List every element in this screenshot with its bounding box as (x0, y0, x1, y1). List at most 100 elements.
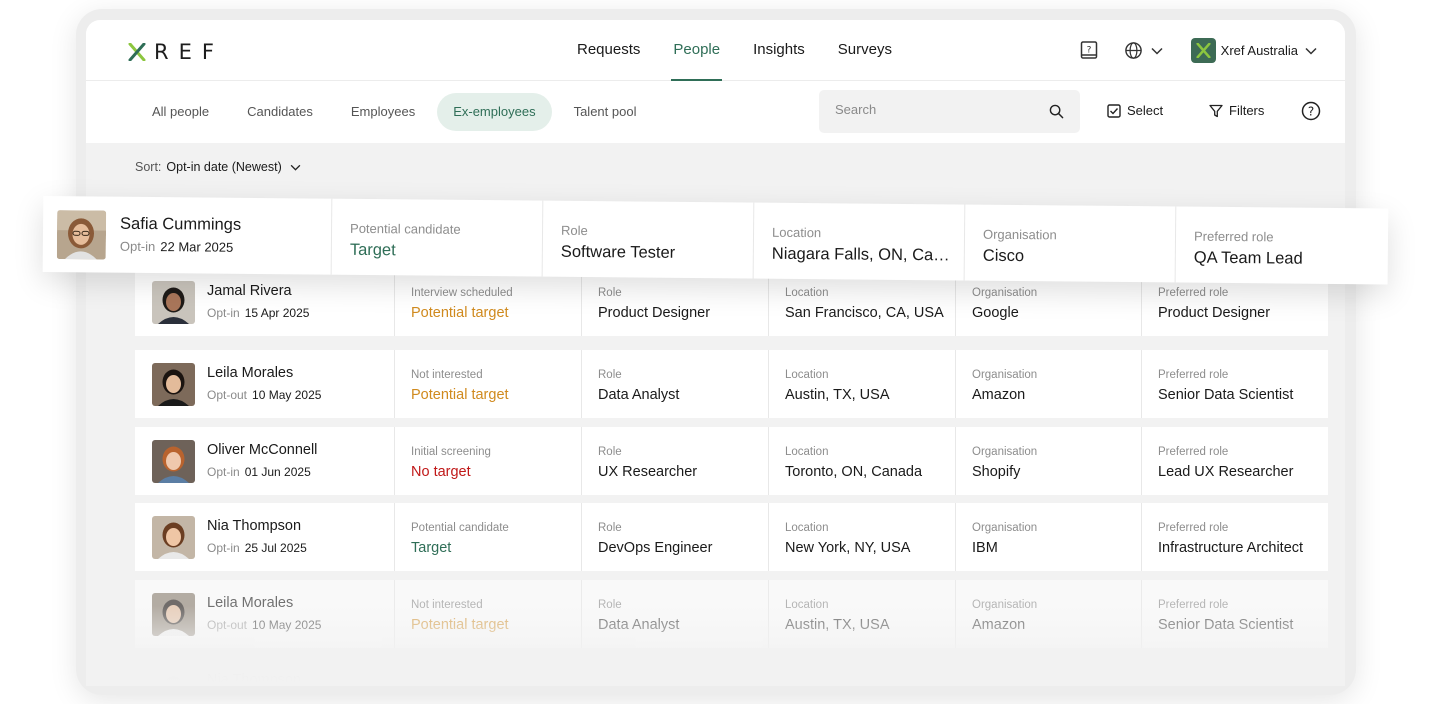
avatar (152, 440, 195, 483)
nav-people[interactable]: People (671, 20, 722, 81)
preferred-role-title: Preferred role (1158, 287, 1229, 299)
role-value: DevOps Engineer (598, 540, 713, 556)
org-logo (1190, 38, 1216, 63)
question-circle-icon[interactable]: ? (1301, 101, 1321, 121)
preferred-role-value: Senior Data Scientist (1158, 387, 1294, 403)
status-value: No target (411, 464, 471, 480)
preferred-role-value: Senior Data Scientist (1158, 617, 1294, 633)
opt-date: 10 May 2025 (252, 388, 322, 402)
person-row[interactable]: Nia Thompson Opt-in 25 Jul 2025 Potential c… (135, 503, 1328, 571)
location-value: Austin, TX, USA (785, 387, 890, 403)
role-title: Role (598, 599, 622, 611)
organisation-title: Organisation (972, 287, 1038, 299)
organisation-column: Organisation Amazon (955, 350, 1141, 418)
preferred-role-column: Preferred role QA Team Lead (1174, 206, 1387, 285)
highlighted-person-card[interactable]: Safia Cummings Opt-in 22 Mar 2025 Potenti… (42, 196, 1389, 285)
avatar (56, 210, 107, 260)
organisation-title: Organisation (972, 599, 1038, 611)
person-row[interactable]: Nia Thompson (135, 657, 1328, 686)
language-switcher[interactable] (1124, 41, 1163, 60)
status-value: Target (349, 240, 396, 260)
help-book-icon[interactable]: ? (1080, 40, 1098, 61)
role-column (581, 657, 768, 686)
location-title: Location (785, 599, 829, 611)
role-column: Role UX Researcher (581, 427, 768, 495)
opt-status: Opt-in 15 Apr 2025 (207, 306, 309, 320)
preferred-role-title: Preferred role (1158, 599, 1229, 611)
nav-insights[interactable]: Insights (753, 20, 805, 81)
nav-surveys[interactable]: Surveys (838, 20, 892, 81)
main-nav: Requests People Insights Surveys (577, 20, 925, 81)
opt-date: 15 Apr 2025 (244, 306, 310, 320)
organisation-column: Organisation IBM (955, 503, 1141, 571)
avatar (152, 593, 195, 636)
opt-label: Opt-in (207, 541, 240, 555)
preferred-role-value: QA Team Lead (1193, 248, 1303, 268)
status-value: Potential target (411, 617, 509, 633)
preferred-role-value: Infrastructure Architect (1158, 540, 1304, 556)
role-value: Software Tester (560, 242, 676, 262)
organisation-column (955, 657, 1141, 686)
person-row[interactable]: Oliver McConnell Opt-in 01 Jun 2025 Initial… (135, 427, 1328, 495)
role-value: Product Designer (598, 305, 711, 321)
location-title: Location (785, 287, 829, 299)
preferred-role-value: Lead UX Researcher (1158, 464, 1294, 480)
role-title: Role (598, 369, 622, 381)
opt-status: Opt-in 01 Jun 2025 (207, 465, 311, 479)
sort-dropdown[interactable]: Sort: Opt-in date (Newest) (135, 160, 301, 174)
select-button[interactable]: Select (1107, 103, 1163, 118)
chevron-down-icon (290, 164, 301, 171)
chevron-down-icon (1151, 47, 1163, 55)
tab-employees[interactable]: Employees (335, 93, 431, 131)
people-subnav: All people Candidates Employees Ex-emplo… (86, 81, 1345, 143)
role-title: Role (598, 446, 622, 458)
organisation-column: Organisation Shopify (955, 427, 1141, 495)
location-column: Location Niagara Falls, ON, Can... (752, 202, 965, 281)
preferred-role-column: Preferred role Lead UX Researcher (1141, 427, 1328, 495)
preferred-role-title: Preferred role (1158, 369, 1229, 381)
person-row[interactable]: Leila Morales Opt-out 10 May 2025 Not inter… (135, 580, 1328, 648)
organisation-value: IBM (972, 540, 998, 556)
status-column: Potential candidate Target (330, 198, 544, 277)
tab-ex-employees[interactable]: Ex-employees (437, 93, 552, 131)
status-title: Potential candidate (349, 220, 461, 237)
organisation-value: Cisco (982, 246, 1025, 266)
search-icon[interactable] (1049, 104, 1064, 119)
svg-text:?: ? (1086, 45, 1091, 55)
search-input[interactable] (835, 102, 1035, 117)
location-title: Location (785, 522, 829, 534)
select-label: Select (1127, 103, 1164, 118)
role-column: Role Data Analyst (581, 580, 768, 648)
chevron-down-icon (1305, 47, 1317, 55)
location-column: Location Austin, TX, USA (768, 580, 955, 648)
avatar (152, 281, 195, 324)
tab-talent-pool[interactable]: Talent pool (558, 93, 653, 131)
role-title: Role (598, 287, 622, 299)
person-row[interactable]: Leila Morales Opt-out 10 May 2025 Not inter… (135, 350, 1328, 418)
preferred-role-column (1141, 657, 1328, 686)
filters-button[interactable]: Filters (1209, 103, 1264, 118)
filter-icon (1209, 104, 1223, 117)
tab-all-people[interactable]: All people (136, 93, 225, 131)
status-column: Initial screening No target (394, 427, 581, 495)
org-switcher[interactable]: Xref Australia (1190, 38, 1317, 63)
status-column (394, 657, 581, 686)
nav-requests[interactable]: Requests (577, 20, 640, 81)
role-value: Data Analyst (598, 387, 680, 403)
opt-status: Opt-out 10 May 2025 (207, 388, 321, 402)
location-column: Location Toronto, ON, Canada (768, 427, 955, 495)
role-value: Data Analyst (598, 617, 680, 633)
location-column (768, 657, 955, 686)
organisation-title: Organisation (972, 446, 1038, 458)
organisation-column: Organisation Amazon (955, 580, 1141, 648)
status-value: Potential target (411, 387, 509, 403)
role-column: Role DevOps Engineer (581, 503, 768, 571)
xref-logo[interactable]: REF (128, 40, 224, 64)
tab-candidates[interactable]: Candidates (231, 93, 329, 131)
preferred-role-title: Preferred role (1193, 228, 1274, 245)
role-column: Role Data Analyst (581, 350, 768, 418)
opt-date: 25 Jul 2025 (244, 541, 307, 555)
role-column: Role Software Tester (541, 200, 754, 279)
status-title: Initial screening (411, 446, 491, 458)
preferred-role-column: Preferred role Infrastructure Architect (1141, 503, 1328, 571)
